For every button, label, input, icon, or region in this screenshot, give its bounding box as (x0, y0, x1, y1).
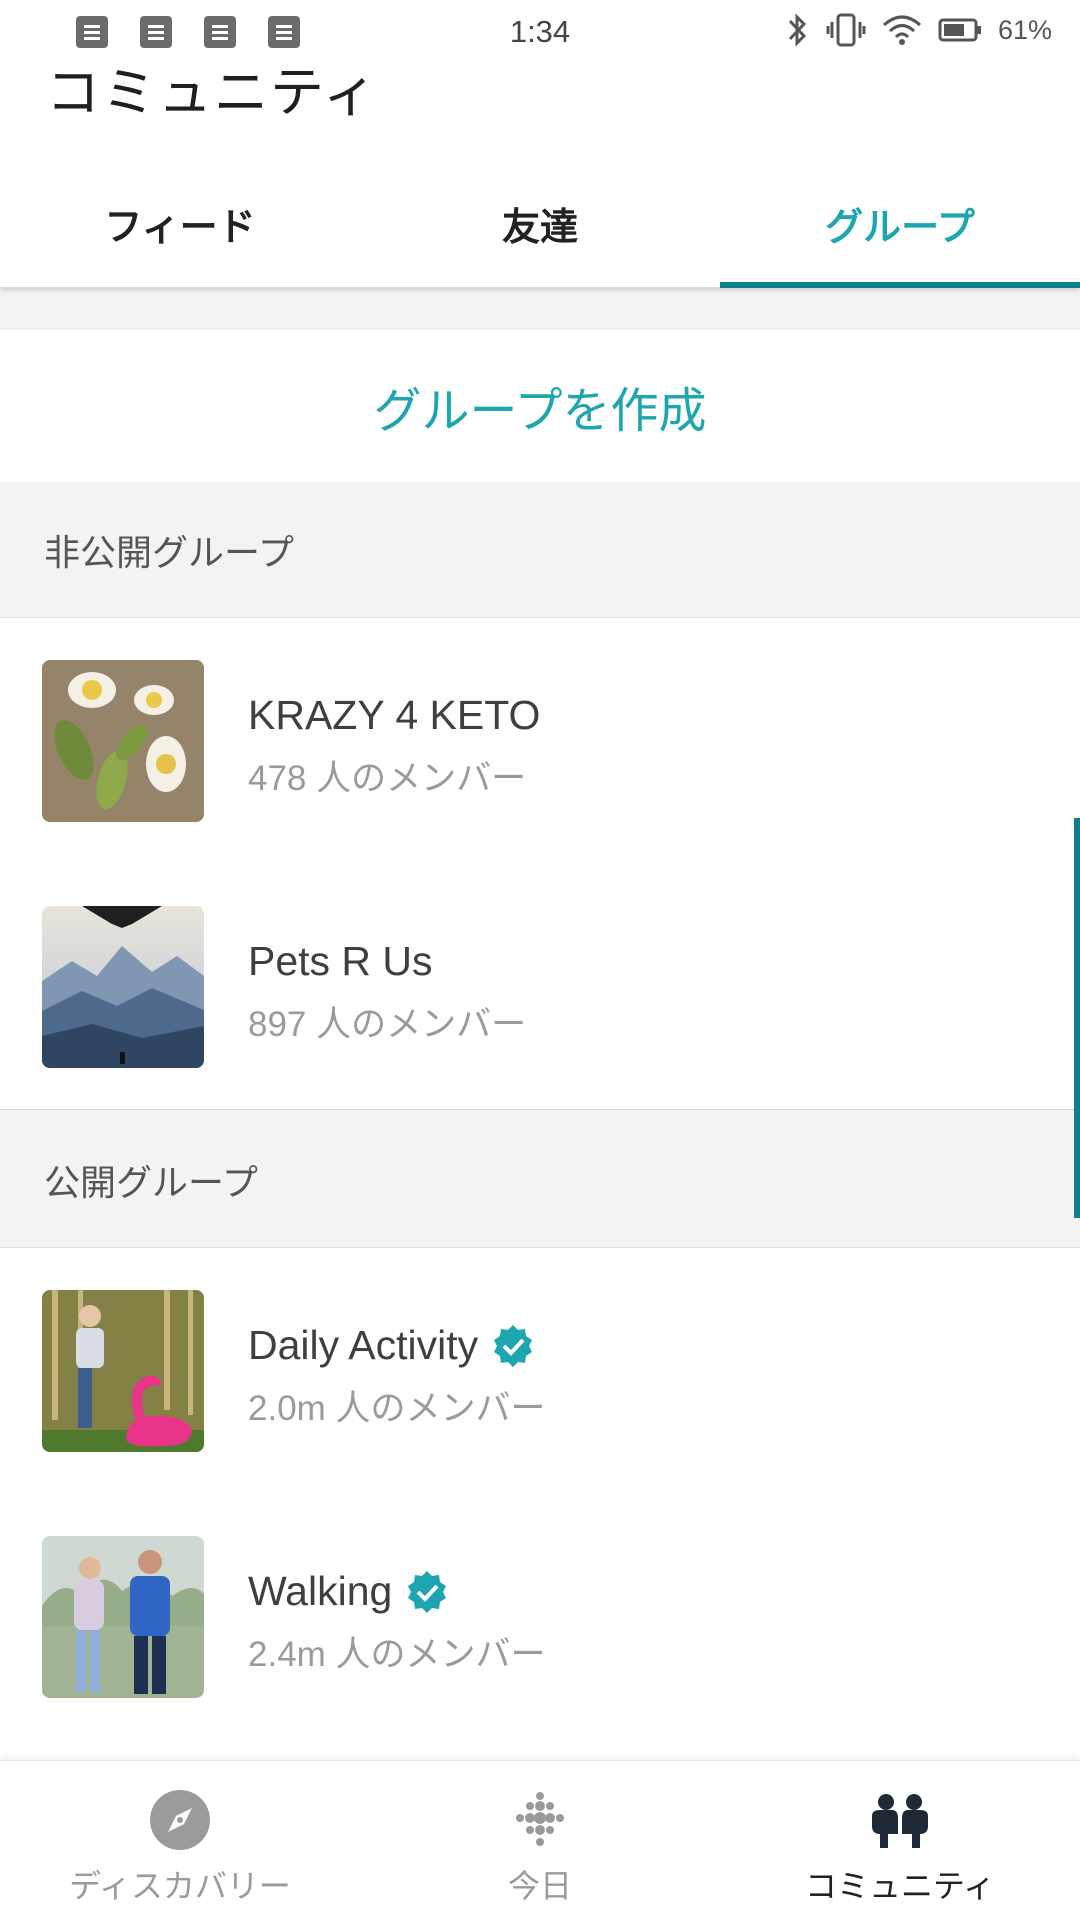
tab-friends[interactable]: 友達 (360, 160, 720, 287)
system-icons: 61% (784, 12, 1052, 48)
group-thumbnail (42, 660, 204, 822)
section-header-private: 非公開グループ (0, 482, 1080, 618)
verified-badge-icon (408, 1570, 447, 1613)
group-name-text: Walking (248, 1568, 393, 1614)
group-name: Daily Activity (248, 1322, 536, 1369)
group-member-count: 478 人のメンバー (248, 759, 527, 798)
group-row-pets-r-us[interactable]: Pets R Us 897 人のメンバー (0, 864, 1080, 1110)
group-row-daily-activity[interactable]: Daily Activity 2.0m 人のメンバー (0, 1248, 1080, 1494)
group-row-krazy-4-keto[interactable]: KRAZY 4 KETO 478 人のメンバー (0, 618, 1080, 864)
group-name-text: Pets R Us (248, 938, 433, 984)
group-member-count: 2.0m 人のメンバー (248, 1389, 546, 1428)
group-name-text: KRAZY 4 KETO (248, 692, 541, 738)
battery-percent: 61% (997, 14, 1052, 45)
tab-groups[interactable]: グループ (720, 160, 1080, 288)
create-group-button[interactable]: グループを作成 (0, 330, 1080, 482)
vibrate-icon (826, 13, 866, 47)
group-thumbnail (42, 906, 204, 1068)
group-thumbnail (42, 1290, 204, 1452)
nav-label: コミュニティ (804, 1867, 996, 1905)
group-member-count: 897 人のメンバー (248, 1005, 527, 1044)
tab-bar: フィード 友達 グループ (0, 160, 1080, 288)
tab-feed[interactable]: フィード (0, 160, 360, 287)
nav-label: 今日 (507, 1867, 572, 1905)
bluetooth-icon (788, 13, 807, 47)
fitbit-dots-icon (505, 1785, 575, 1855)
scrollbar[interactable] (1074, 818, 1080, 1218)
group-name-text: Daily Activity (248, 1322, 479, 1368)
nav-community[interactable]: コミュニティ (720, 1761, 1080, 1920)
compass-icon (145, 1785, 215, 1855)
community-icon (865, 1785, 935, 1855)
verified-badge-icon (494, 1324, 533, 1367)
wifi-icon (882, 15, 921, 45)
group-thumbnail (42, 1536, 204, 1698)
bottom-navigation: ディスカバリー 今日 コミュニティ (0, 1760, 1080, 1920)
nav-label: ディスカバリー (69, 1867, 291, 1905)
section-header-public: 公開グループ (0, 1112, 1080, 1248)
group-member-count: 2.4m 人のメンバー (248, 1635, 546, 1674)
divider (0, 288, 1080, 330)
group-row-walking[interactable]: Walking 2.4m 人のメンバー (0, 1494, 1080, 1740)
nav-discovery[interactable]: ディスカバリー (0, 1761, 360, 1920)
nav-today[interactable]: 今日 (360, 1761, 720, 1920)
group-name: Pets R Us (248, 938, 433, 985)
group-name: Walking (248, 1568, 450, 1615)
group-name: KRAZY 4 KETO (248, 692, 540, 739)
page-title: コミュニティ (46, 61, 379, 124)
battery-icon (938, 18, 981, 42)
